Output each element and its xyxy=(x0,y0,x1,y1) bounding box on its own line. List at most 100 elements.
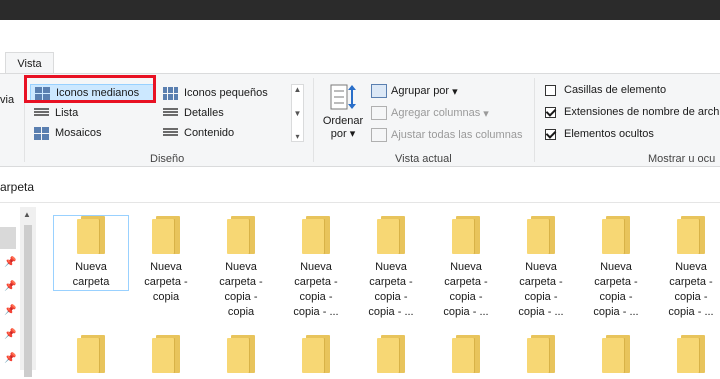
extensiones-checkbox[interactable]: Extensiones de nombre de arch xyxy=(545,106,719,118)
agregar-columnas-label: Agregar columnas xyxy=(391,107,481,119)
panes-partial-label[interactable]: via xyxy=(0,94,14,106)
folder-item[interactable] xyxy=(354,335,428,379)
folder-label: Nueva xyxy=(75,261,107,273)
extensiones-label: Extensiones de nombre de arch xyxy=(564,106,720,118)
folder-icon xyxy=(77,335,105,373)
layout-detalles-label: Detalles xyxy=(184,107,224,119)
ordenar-arrow-icon: ▾ xyxy=(349,128,356,140)
folder-item[interactable]: Nueva carpeta - copia - copia - ... xyxy=(354,216,428,320)
layout-iconos-pequenos[interactable]: Iconos pequeños xyxy=(159,84,272,102)
navigation-pane: 📌 📌 📌 📌 📌 xyxy=(0,205,20,370)
folder-icon xyxy=(602,335,630,373)
folder-item[interactable] xyxy=(654,335,720,379)
folder-label: carpeta xyxy=(72,276,110,288)
folder-item[interactable]: Nueva carpeta - copia - copia - ... xyxy=(579,216,653,320)
folder-item[interactable]: Nueva carpeta - copia - copia - ... xyxy=(654,216,720,320)
scroll-up-icon[interactable]: ▲ xyxy=(23,210,31,219)
folder-label: carpeta - xyxy=(219,276,263,288)
folder-label: Nueva xyxy=(150,261,182,273)
address-bar[interactable]: arpeta xyxy=(0,172,720,203)
folder-item[interactable]: Nueva carpeta - copia - copia xyxy=(204,216,278,320)
folder-label: Nueva xyxy=(375,261,407,273)
tab-vista-label: Vista xyxy=(17,57,42,70)
scrollbar-thumb[interactable] xyxy=(24,225,32,377)
nav-selected-item[interactable] xyxy=(0,227,16,249)
agrupar-por-button[interactable]: Agrupar por ▾ xyxy=(371,84,458,98)
folder-item[interactable]: Nueva carpeta - copia - copia - ... xyxy=(429,216,503,320)
folder-item[interactable] xyxy=(504,335,578,379)
layout-lista[interactable]: Lista xyxy=(30,104,82,122)
agrupar-label: Agrupar por xyxy=(391,85,450,97)
ordenar-por-button[interactable]: Ordenar por ▾ xyxy=(319,82,367,141)
folder-icon xyxy=(602,216,630,254)
extensiones-box xyxy=(545,106,556,118)
folder-label: Nueva xyxy=(525,261,557,273)
folder-label: copia - ... xyxy=(443,306,489,318)
agrupar-arrow-icon: ▾ xyxy=(452,85,458,98)
folder-item[interactable]: Nueva carpeta - copia - copia - ... xyxy=(279,216,353,320)
folder-item[interactable]: Nueva carpeta - copia - copia - ... xyxy=(504,216,578,320)
list-icon xyxy=(34,107,49,120)
folder-item[interactable]: Nueva carpeta - copia xyxy=(129,216,203,305)
folder-icon xyxy=(377,216,405,254)
title-bar xyxy=(0,0,720,20)
layout-lista-label: Lista xyxy=(55,107,79,119)
folder-label: Nueva xyxy=(600,261,632,273)
layout-detalles[interactable]: Detalles xyxy=(159,104,228,122)
folder-item[interactable]: Nueva carpeta xyxy=(53,215,129,291)
folder-item[interactable] xyxy=(204,335,278,379)
small-icons-icon xyxy=(163,86,178,100)
group-label-diseno: Diseño xyxy=(150,153,185,165)
layout-contenido[interactable]: Contenido xyxy=(159,124,238,142)
pin-icon[interactable]: 📌 xyxy=(4,281,16,292)
ocultos-checkbox[interactable]: Elementos ocultos xyxy=(545,128,654,140)
folder-item[interactable] xyxy=(129,335,203,379)
pin-icon[interactable]: 📌 xyxy=(4,257,16,268)
highlight-annotation xyxy=(24,75,156,103)
casillas-box xyxy=(545,84,556,96)
folder-item[interactable] xyxy=(579,335,653,379)
folder-label: Nueva xyxy=(225,261,257,273)
folder-label: Nueva xyxy=(450,261,482,273)
folder-label: copia - xyxy=(599,291,633,303)
pin-icon[interactable]: 📌 xyxy=(4,305,16,316)
pin-icon[interactable]: 📌 xyxy=(4,353,16,364)
folder-label: copia xyxy=(227,306,255,318)
ajustar-columnas-button[interactable]: Ajustar todas las columnas xyxy=(371,128,522,142)
folder-label: carpeta - xyxy=(444,276,488,288)
layout-mosaicos[interactable]: Mosaicos xyxy=(30,124,105,142)
sort-icon xyxy=(330,84,356,110)
gallery-down-icon[interactable]: ▼ xyxy=(294,109,302,118)
folder-label: Nueva xyxy=(675,261,707,273)
fit-columns-icon xyxy=(371,128,387,142)
folder-label: copia - xyxy=(224,291,258,303)
folder-label: carpeta - xyxy=(519,276,563,288)
folder-label: carpeta - xyxy=(144,276,188,288)
folder-label: copia - ... xyxy=(668,306,714,318)
group-by-icon xyxy=(371,84,387,98)
folder-item[interactable] xyxy=(429,335,503,379)
file-view: Nueva carpeta Nueva carpeta - copia Nueva carp… xyxy=(37,205,720,373)
agregar-columnas-button[interactable]: Agregar columnas ▾ xyxy=(371,106,489,120)
folder-label: copia - xyxy=(299,291,333,303)
folder-icon xyxy=(452,216,480,254)
folder-icon xyxy=(527,216,555,254)
folder-label: copia - xyxy=(449,291,483,303)
folder-label: copia - xyxy=(674,291,708,303)
folder-icon xyxy=(77,216,105,254)
layout-iconos-pequenos-label: Iconos pequeños xyxy=(184,87,268,99)
gallery-more-icon[interactable]: ▾ xyxy=(295,132,299,141)
tab-vista[interactable]: Vista xyxy=(5,52,54,74)
layout-gallery-scroll[interactable]: ▲ ▼ ▾ xyxy=(291,84,304,142)
folder-label: copia - xyxy=(374,291,408,303)
tiles-icon xyxy=(34,126,49,140)
add-columns-icon xyxy=(371,106,387,120)
casillas-checkbox[interactable]: Casillas de elemento xyxy=(545,84,666,96)
gallery-up-icon[interactable]: ▲ xyxy=(294,85,302,94)
pin-icon[interactable]: 📌 xyxy=(4,329,16,340)
folder-item[interactable] xyxy=(54,335,128,379)
folder-item[interactable] xyxy=(279,335,353,379)
nav-scrollbar[interactable]: ▲ xyxy=(20,207,36,377)
folder-icon xyxy=(227,335,255,373)
agregar-arrow-icon: ▾ xyxy=(483,107,489,120)
